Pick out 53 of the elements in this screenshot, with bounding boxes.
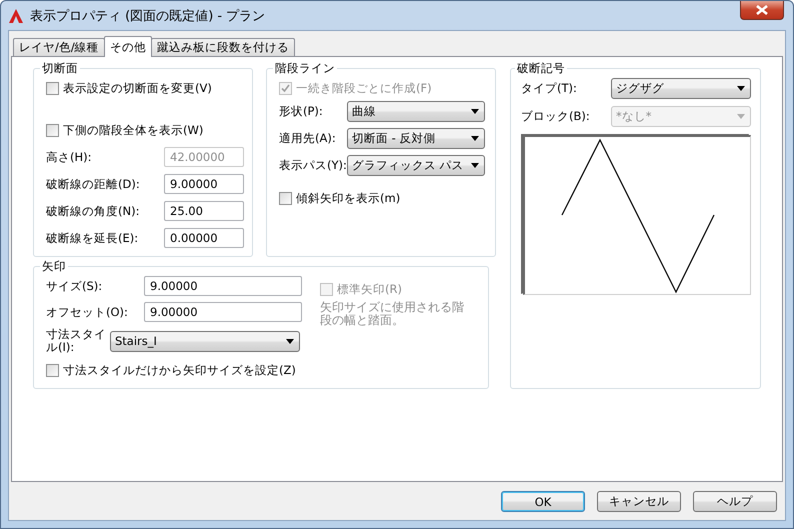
field-label: 破断線の角度(N): xyxy=(46,204,140,218)
input-field[interactable]: 25.00 xyxy=(164,201,244,221)
close-icon xyxy=(756,5,768,15)
dropdown-label: 形状(P): xyxy=(279,104,324,119)
dropdown-label: ブロック(B): xyxy=(521,109,591,124)
input-field[interactable]: 9.00000 xyxy=(164,174,244,194)
caret-icon xyxy=(737,114,745,119)
dropdown-label: 表示パス(Y): xyxy=(279,158,347,173)
dialog-button[interactable]: OK xyxy=(501,491,585,512)
dialog-button[interactable]: キャンセル xyxy=(597,491,681,512)
checkbox-label: 標準矢印(R) xyxy=(337,282,402,296)
dropdown-label: タイプ(T): xyxy=(521,81,578,96)
input-field[interactable]: 9.00000 xyxy=(144,302,302,322)
field-label: オフセット(O): xyxy=(46,304,129,320)
dropdown-label: 寸法スタイル(I): xyxy=(46,328,107,354)
field-label: 破断線の距離(D): xyxy=(46,176,141,192)
caret-icon xyxy=(471,109,479,114)
dropdown[interactable]: 曲線 xyxy=(347,101,485,122)
group-title: 階段ライン xyxy=(274,61,336,76)
triangle-logo-icon xyxy=(8,8,24,24)
dropdown[interactable]: 切断面 - 反対側 xyxy=(347,128,485,149)
dropdown[interactable]: ジグザグ xyxy=(611,78,751,99)
checkbox[interactable] xyxy=(279,192,292,204)
dialog-button[interactable]: ヘルプ xyxy=(693,491,777,512)
window-title: 表示プロパティ (図面の既定値) - プラン xyxy=(30,8,266,24)
hint-text: 矢印サイズに使用される階段の幅と踏面。 xyxy=(320,301,465,327)
field-label: 破断線を延長(E): xyxy=(46,230,140,246)
caret-icon xyxy=(737,86,745,91)
checkbox-label: 下側の階段全体を表示(W) xyxy=(63,122,204,138)
tab[interactable]: レイヤ/色/線種 xyxy=(13,38,105,56)
dropdown[interactable]: Stairs_I xyxy=(110,330,300,352)
checkbox-label: 一続き階段ごとに作成(F) xyxy=(296,80,432,96)
checkbox[interactable] xyxy=(46,82,59,94)
dropdown-label: 適用先(A): xyxy=(279,131,337,146)
group-title: 矢印 xyxy=(41,259,67,274)
field-label: 高さ(H): xyxy=(46,150,92,164)
field-label: サイズ(S): xyxy=(46,278,104,294)
checkbox-label: 表示設定の切断面を変更(V) xyxy=(63,80,212,96)
tab[interactable]: その他 xyxy=(104,36,152,57)
checkbox-label: 傾斜矢印を表示(m) xyxy=(296,190,400,206)
dropdown[interactable]: グラフィックス パス xyxy=(347,155,485,176)
checkbox-label: 寸法スタイルだけから矢印サイズを設定(Z) xyxy=(63,362,296,378)
group-title: 切断面 xyxy=(41,61,79,76)
tab[interactable]: 蹴込み板に段数を付ける xyxy=(150,38,295,56)
close-button[interactable] xyxy=(740,1,784,20)
caret-icon xyxy=(286,338,294,344)
input-field[interactable]: 9.00000 xyxy=(144,276,302,296)
caret-icon xyxy=(471,163,479,168)
caret-icon xyxy=(471,136,479,141)
checkbox[interactable] xyxy=(46,124,59,136)
checkbox[interactable] xyxy=(46,364,59,376)
group-title: 破断記号 xyxy=(516,61,566,76)
input-field[interactable]: 0.00000 xyxy=(164,228,244,248)
